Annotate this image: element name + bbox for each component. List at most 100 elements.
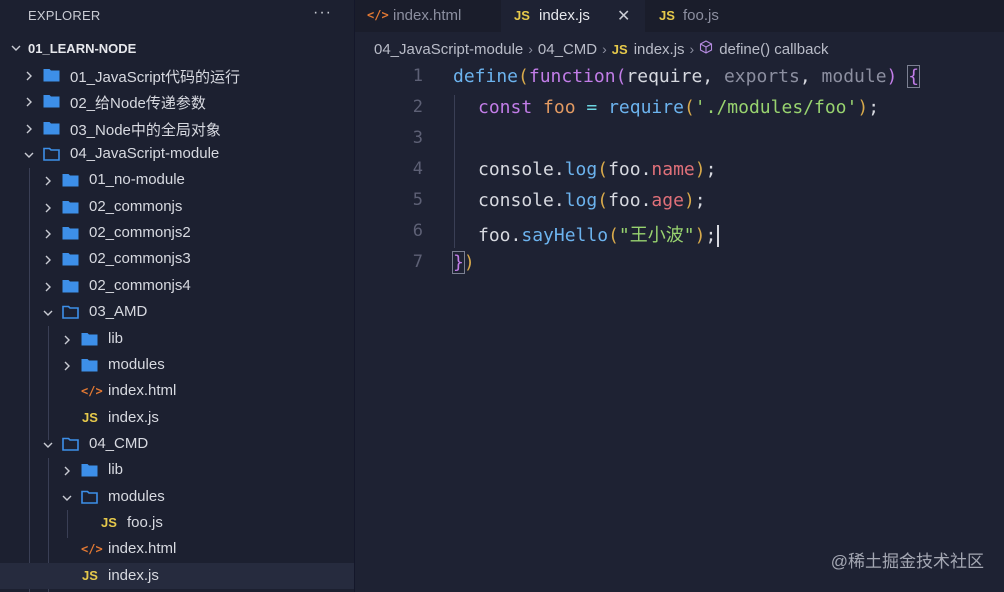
chevron-right-icon	[23, 122, 35, 140]
vscode-window: EXPLORER ··· 01_LEARN-NODE 01_JavaScript…	[0, 0, 1004, 592]
folder-item-modules[interactable]: modules	[0, 352, 354, 378]
tree-item-label: index.js	[108, 567, 159, 584]
chevron-right-icon	[42, 253, 54, 271]
code-editor[interactable]: 1 define(function(require, exports, modu…	[355, 62, 1004, 592]
chevron-down-icon	[23, 148, 35, 166]
breadcrumb: 04_JavaScript-module › 04_CMD › JS index.js › d…	[374, 40, 828, 60]
code-line: 6 foo.sayHello("王小波");	[355, 217, 1004, 248]
tab-index-html[interactable]: </> index.html	[355, 0, 501, 32]
tree-item-label: 02_给Node传递参数	[70, 95, 206, 112]
folder-open-icon	[43, 147, 60, 161]
chevron-down-icon	[10, 41, 22, 59]
tree-item-label: modules	[108, 356, 165, 373]
chevron-right-icon	[61, 359, 73, 377]
explorer-header: EXPLORER ···	[0, 0, 354, 32]
project-name: 01_LEARN-NODE	[28, 41, 137, 56]
close-icon[interactable]: ✕	[617, 6, 630, 26]
file-item-foo-js[interactable]: JS foo.js	[0, 510, 354, 536]
breadcrumb-item[interactable]: 04_JavaScript-module	[374, 41, 523, 58]
folder-item-lib[interactable]: lib	[0, 326, 354, 352]
line-number: 4	[412, 159, 423, 179]
tab-label: index.js	[539, 7, 590, 24]
tree-item-label: 03_AMD	[89, 303, 148, 320]
chevron-right-icon	[61, 464, 73, 482]
tree-item-label: 03_Node中的全局对象	[70, 122, 221, 139]
folder-item-03-node[interactable]: 03_Node中的全局对象	[0, 115, 354, 141]
chevron-right-icon	[61, 333, 73, 351]
tab-foo-js[interactable]: JS foo.js	[645, 0, 765, 32]
js-file-icon: JS	[514, 8, 530, 23]
line-number: 1	[412, 66, 423, 86]
tree-item-label: index.js	[108, 409, 159, 426]
js-file-icon: JS	[611, 41, 628, 57]
chevron-right-icon	[23, 69, 35, 87]
text-cursor	[717, 225, 720, 247]
chevron-right-icon	[42, 201, 54, 219]
chevron-right-icon	[42, 280, 54, 298]
folder-item-01-javascript[interactable]: 01_JavaScript代码的运行	[0, 62, 354, 88]
folder-icon	[43, 94, 60, 108]
more-actions-icon[interactable]: ···	[313, 4, 332, 22]
folder-icon	[81, 463, 98, 477]
code-line: 4 console.log(foo.name);	[355, 155, 1004, 186]
folder-open-icon	[81, 490, 98, 504]
folder-item-modules[interactable]: modules	[0, 484, 354, 510]
folder-item-lib[interactable]: lib	[0, 457, 354, 483]
tree-item-label: 02_commonjs	[89, 198, 183, 215]
folder-item-02-commonjs[interactable]: 02_commonjs	[0, 194, 354, 220]
tab-label: index.html	[393, 7, 462, 24]
chevron-right-icon	[42, 174, 54, 192]
line-number: 3	[412, 128, 423, 148]
folder-item-02-commonjs2[interactable]: 02_commonjs2	[0, 220, 354, 246]
code-line: 3	[355, 124, 1004, 155]
js-file-icon: JS	[659, 8, 675, 23]
chevron-right-icon: ›	[689, 41, 695, 58]
chevron-right-icon	[23, 95, 35, 113]
folder-icon	[62, 226, 79, 240]
tree-item-label: index.html	[108, 540, 177, 557]
tab-index-js[interactable]: JS index.js ✕	[501, 0, 645, 32]
explorer-sidebar: EXPLORER ··· 01_LEARN-NODE 01_JavaScript…	[0, 0, 355, 592]
tree-item-label: 04_CMD	[89, 435, 149, 452]
folder-icon	[62, 252, 79, 266]
js-file-icon: JS	[82, 568, 98, 583]
line-number: 7	[412, 252, 423, 272]
folder-icon	[81, 358, 98, 372]
folder-item-01-no-module[interactable]: 01_no-module	[0, 167, 354, 193]
folder-item-02-commonjs3[interactable]: 02_commonjs3	[0, 246, 354, 272]
tree-item-label: 02_commonjs2	[89, 224, 191, 241]
file-item-index-js[interactable]: JS index.js	[0, 405, 354, 431]
tree-item-label: 02_commonjs3	[89, 250, 191, 267]
chevron-down-icon	[61, 491, 73, 509]
html-file-icon: </>	[81, 384, 103, 398]
file-item-index-html[interactable]: </> index.html	[0, 378, 354, 404]
file-item-index-js[interactable]: JS index.js	[0, 563, 354, 589]
breadcrumb-item[interactable]: define() callback	[719, 41, 828, 58]
folder-icon	[43, 68, 60, 82]
folder-icon	[62, 279, 79, 293]
folder-item-02-node[interactable]: 02_给Node传递参数	[0, 88, 354, 114]
breadcrumb-item[interactable]: 04_CMD	[538, 41, 597, 58]
file-item-index-html[interactable]: </> index.html	[0, 536, 354, 562]
folder-item-02-commonjs4[interactable]: 02_commonjs4	[0, 273, 354, 299]
folder-item-04-cmd[interactable]: 04_CMD	[0, 431, 354, 457]
tree-item-label: 01_no-module	[89, 171, 185, 188]
tree-item-label: lib	[108, 461, 124, 478]
folder-item-03-amd[interactable]: 03_AMD	[0, 299, 354, 325]
code-line: 7 })	[355, 248, 1004, 279]
tree-item-label: foo.js	[127, 514, 163, 531]
js-file-icon: JS	[101, 515, 117, 530]
code-line: 1 define(function(require, exports, modu…	[355, 62, 1004, 93]
code-line: 2 const foo = require('./modules/foo');	[355, 93, 1004, 124]
chevron-right-icon: ›	[602, 41, 607, 58]
project-root[interactable]: 01_LEARN-NODE	[0, 36, 354, 62]
chevron-down-icon	[42, 438, 54, 456]
js-file-icon: JS	[82, 410, 98, 425]
tree-item-label: 04_JavaScript-module	[70, 145, 220, 162]
folder-item-04-javascript-module[interactable]: 04_JavaScript-module	[0, 141, 354, 167]
line-number: 5	[412, 190, 423, 210]
code-line: 5 console.log(foo.age);	[355, 186, 1004, 217]
breadcrumb-item[interactable]: index.js	[634, 41, 685, 58]
folder-icon	[43, 121, 60, 135]
watermark: @稀土掘金技术社区	[830, 552, 984, 571]
